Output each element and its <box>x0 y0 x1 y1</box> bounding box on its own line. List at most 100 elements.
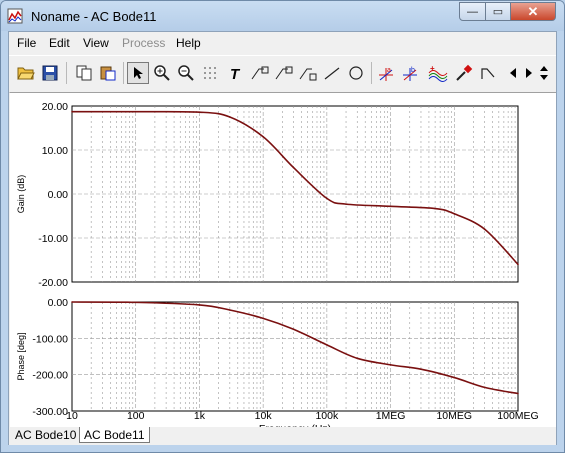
scroll-right-icon <box>526 68 532 78</box>
scroll-right-button[interactable] <box>523 62 535 84</box>
svg-text:a: a <box>387 67 391 74</box>
minimize-button[interactable]: — <box>459 2 486 21</box>
maximize-button[interactable]: ▭ <box>485 2 511 21</box>
data-point <box>198 111 201 113</box>
data-point <box>229 309 231 311</box>
data-point <box>198 304 201 306</box>
text-tool-button[interactable]: T <box>225 62 247 84</box>
data-point <box>389 364 392 366</box>
data-point <box>453 213 456 215</box>
data-point <box>292 328 295 331</box>
open-folder-icon <box>17 67 35 80</box>
close-icon: ✕ <box>527 3 539 19</box>
data-point <box>420 368 422 371</box>
data-point <box>262 136 264 138</box>
data-point <box>262 317 264 320</box>
x-tick-label: 1MEG <box>376 410 406 422</box>
title-bar[interactable]: Noname - AC Bode11 — ▭ ✕ <box>1 1 564 31</box>
data-point <box>517 263 519 266</box>
data-point <box>326 197 328 200</box>
data-point <box>229 116 231 118</box>
y-axis-label: Phase [deg] <box>16 332 26 380</box>
paste-button[interactable] <box>97 62 119 84</box>
data-point <box>483 228 486 230</box>
zoom-in-icon <box>154 65 170 81</box>
grid-icon <box>204 67 216 79</box>
add-trace-button[interactable]: + <box>427 62 449 84</box>
label-tool-button-2[interactable] <box>273 62 295 84</box>
zoom-out-button[interactable] <box>175 62 197 84</box>
data-point <box>483 386 486 389</box>
data-point <box>356 357 359 360</box>
data-point <box>71 301 73 303</box>
x-tick-label: 10 <box>66 410 78 422</box>
tab-ac-bode10[interactable]: AC Bode10 <box>11 427 80 443</box>
app-icon <box>7 8 23 24</box>
x-tick-label: 1k <box>194 410 206 422</box>
menu-file[interactable]: File <box>17 36 36 50</box>
step-button[interactable] <box>477 62 499 84</box>
circle-icon <box>349 66 363 80</box>
zoom-out-icon <box>178 65 194 81</box>
app-window: Noname - AC Bode11 — ▭ ✕ File Edit View … <box>0 0 565 453</box>
paste-icon <box>100 66 116 81</box>
window-title: Noname - AC Bode11 <box>31 9 157 24</box>
probe-button[interactable] <box>453 62 475 84</box>
data-point <box>345 203 347 205</box>
cursor-a-icon: a <box>379 67 393 81</box>
svg-text:b: b <box>411 67 415 74</box>
circle-tool-button[interactable] <box>345 62 367 84</box>
probe-icon <box>456 64 473 81</box>
data-point <box>71 110 73 113</box>
toolbar-overflow-button[interactable] <box>537 62 551 84</box>
menu-help[interactable]: Help <box>176 36 201 50</box>
y-tick-label: 20.00 <box>42 101 68 113</box>
menu-view[interactable]: View <box>83 36 109 50</box>
cursor-a-button[interactable]: a <box>375 62 397 84</box>
y-axis-label: Gain (dB) <box>16 175 26 214</box>
grid-button[interactable] <box>199 62 221 84</box>
label-tool-button[interactable] <box>249 62 271 84</box>
y-tick-label: -300.00 <box>32 406 68 418</box>
y-tick-label: 10.00 <box>42 145 68 157</box>
y-tick-label: -200.00 <box>32 370 68 382</box>
toolbar-separator <box>371 62 372 84</box>
save-button[interactable] <box>39 62 61 84</box>
y-tick-label: 0.00 <box>48 189 69 201</box>
data-point <box>434 207 436 210</box>
cursor-b-icon: b <box>403 67 417 81</box>
y-tick-label: -20.00 <box>38 277 68 289</box>
cursor-b-button[interactable]: b <box>399 62 421 84</box>
menu-edit[interactable]: Edit <box>49 36 70 50</box>
toolbar: T a b + <box>9 55 556 93</box>
text-icon: T <box>230 66 241 81</box>
y-tick-label: 0.00 <box>48 297 69 309</box>
data-point <box>292 166 295 169</box>
open-button[interactable] <box>15 62 37 84</box>
x-tick-label: 100k <box>315 410 339 422</box>
x-tick-label: 10k <box>255 410 273 422</box>
client-area: File Edit View Process Help T a b + 20.0… <box>8 31 557 445</box>
line-tool-button[interactable] <box>321 62 343 84</box>
close-button[interactable]: ✕ <box>510 2 556 21</box>
toolbar-separator <box>66 62 67 84</box>
svg-text:T: T <box>230 66 241 81</box>
select-tool-button[interactable] <box>127 62 149 84</box>
zoom-in-button[interactable] <box>151 62 173 84</box>
svg-text:+: + <box>430 64 435 73</box>
y-tick-label: -100.00 <box>32 333 68 345</box>
data-point <box>389 205 392 208</box>
label-tool-button-3[interactable] <box>297 62 319 84</box>
line-icon <box>324 67 340 80</box>
bode-plot[interactable]: 20.00 10.00 0.00 -10.00 -20.00 Gain (dB) 0.00 -… <box>10 93 556 435</box>
tab-ac-bode11[interactable]: AC Bode11 <box>79 427 150 443</box>
plot-area[interactable]: 20.00 10.00 0.00 -10.00 -20.00 Gain (dB) 0.00 -… <box>10 92 556 435</box>
tag-icon <box>251 66 269 80</box>
scroll-left-button[interactable] <box>505 62 521 84</box>
step-icon <box>481 68 495 79</box>
menu-process[interactable]: Process <box>122 36 165 50</box>
scroll-left-icon <box>510 68 516 78</box>
x-tick-label: 10MEG <box>436 410 472 422</box>
copy-button[interactable] <box>73 62 95 84</box>
chevron-down-icon <box>540 66 548 80</box>
